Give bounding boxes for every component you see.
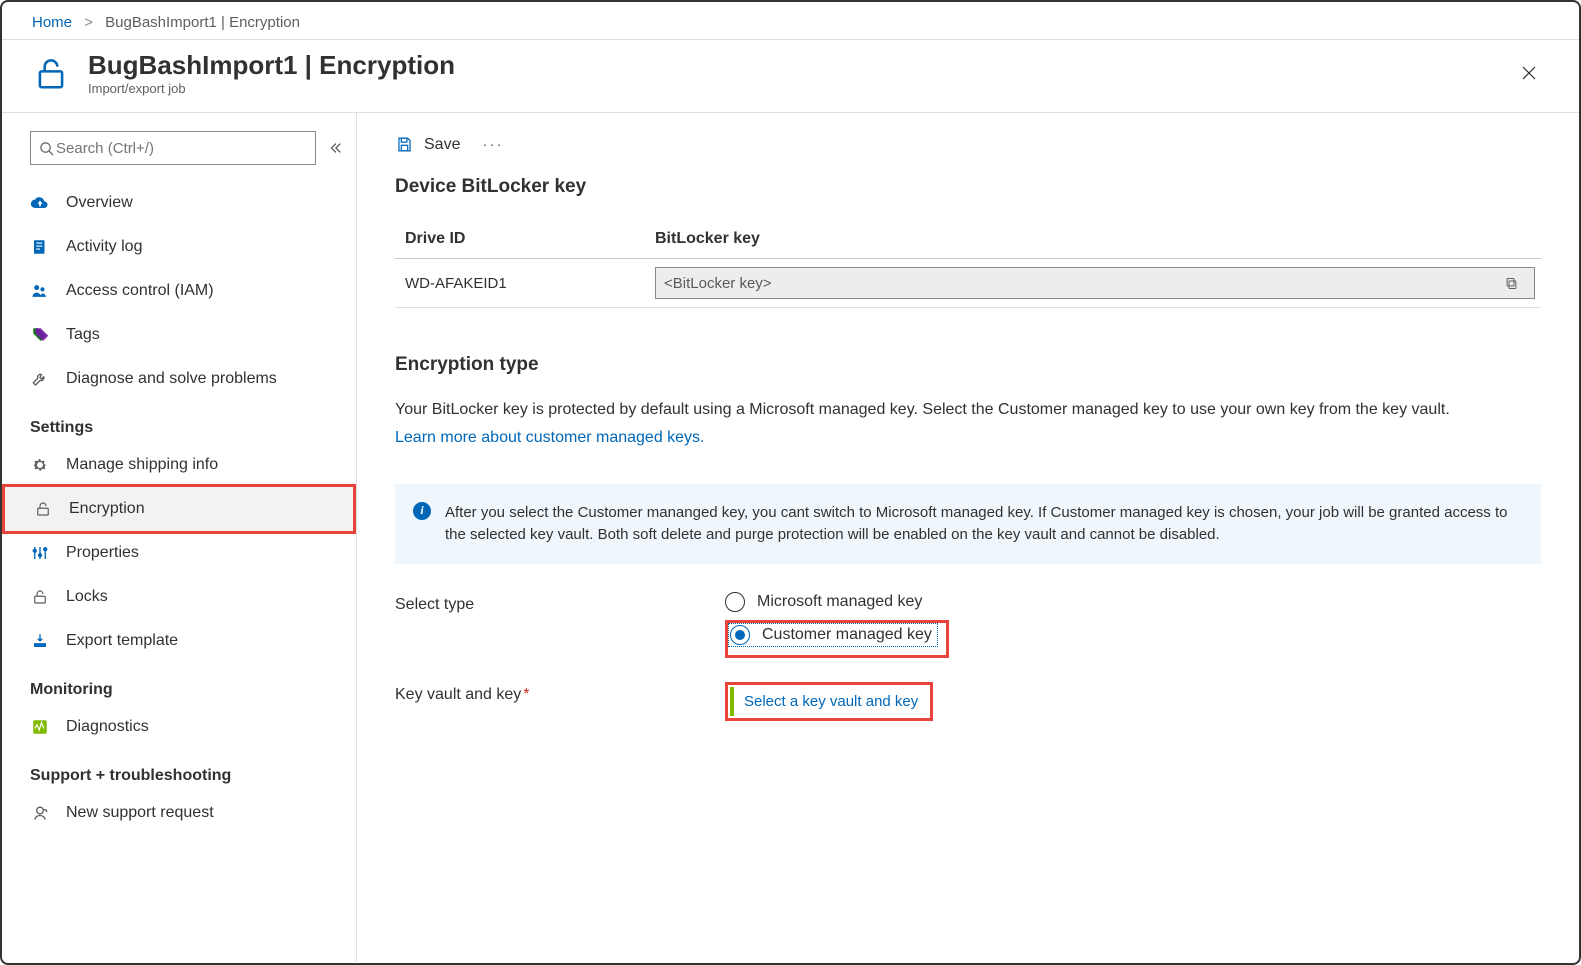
- learn-more-link[interactable]: Learn more about customer managed keys.: [395, 429, 705, 446]
- save-icon: [395, 135, 414, 154]
- wrench-icon: [30, 369, 50, 389]
- page-title: BugBashImport1 | Encryption: [88, 50, 455, 81]
- sidebar-item-label: Manage shipping info: [66, 456, 218, 474]
- sidebar-item-label: Properties: [66, 544, 139, 562]
- radio-label: Microsoft managed key: [757, 593, 922, 611]
- table-row: WD-AFAKEID1: [395, 259, 1541, 308]
- drive-id-cell: WD-AFAKEID1: [395, 259, 645, 308]
- radio-customer-managed[interactable]: Customer managed key: [730, 625, 936, 645]
- log-icon: [30, 237, 50, 257]
- sidebar-item-label: Access control (IAM): [66, 282, 214, 300]
- info-text: After you select the Customer mananged k…: [445, 502, 1523, 546]
- sidebar-item-properties[interactable]: Properties: [2, 531, 356, 575]
- search-input-container[interactable]: [30, 131, 316, 165]
- breadcrumb-home[interactable]: Home: [32, 14, 72, 31]
- sidebar-item-label: Export template: [66, 632, 178, 650]
- radio-icon: [725, 592, 745, 612]
- col-bitlocker-key: BitLocker key: [645, 220, 1541, 259]
- breadcrumb: Home > BugBashImport1 | Encryption: [2, 2, 1579, 39]
- radio-icon: [730, 625, 750, 645]
- sidebar-heading-support: Support + troubleshooting: [2, 749, 356, 791]
- sidebar-item-export-template[interactable]: Export template: [2, 619, 356, 663]
- copy-icon[interactable]: [1504, 276, 1534, 291]
- gear-icon: [30, 455, 50, 475]
- more-actions-button[interactable]: ···: [482, 136, 503, 153]
- radio-label: Customer managed key: [762, 626, 932, 644]
- page-subtitle: Import/export job: [88, 81, 455, 96]
- sidebar-item-access-control[interactable]: Access control (IAM): [2, 269, 356, 313]
- info-icon: i: [413, 502, 431, 546]
- col-drive-id: Drive ID: [395, 220, 645, 259]
- close-button[interactable]: [1509, 57, 1549, 89]
- collapse-sidebar-button[interactable]: [328, 141, 342, 155]
- sidebar-item-label: Encryption: [69, 500, 145, 518]
- save-label: Save: [424, 136, 460, 154]
- sidebar-item-diagnose[interactable]: Diagnose and solve problems: [2, 357, 356, 401]
- diagnostics-icon: [30, 717, 50, 737]
- sidebar-item-label: Diagnose and solve problems: [66, 370, 277, 388]
- encryption-type-heading: Encryption type: [395, 354, 1541, 376]
- export-icon: [30, 631, 50, 651]
- sidebar-item-label: Tags: [66, 326, 100, 344]
- sidebar-item-encryption[interactable]: Encryption: [5, 487, 353, 531]
- bitlocker-key-field[interactable]: [655, 267, 1535, 299]
- sidebar-item-activity-log[interactable]: Activity log: [2, 225, 356, 269]
- lock-icon: [33, 499, 53, 519]
- lock-icon: [32, 54, 70, 92]
- sidebar-item-new-support[interactable]: New support request: [2, 791, 356, 835]
- radio-microsoft-managed[interactable]: Microsoft managed key: [725, 592, 949, 612]
- sidebar-item-label: Overview: [66, 194, 133, 212]
- sidebar-item-label: New support request: [66, 804, 214, 822]
- cloud-icon: [30, 193, 50, 213]
- breadcrumb-current: BugBashImport1 | Encryption: [105, 14, 300, 31]
- info-box: i After you select the Customer mananged…: [395, 484, 1541, 564]
- save-button[interactable]: Save: [395, 135, 460, 154]
- support-icon: [30, 803, 50, 823]
- page-header: BugBashImport1 | Encryption Import/expor…: [2, 40, 1579, 112]
- lock-icon: [30, 587, 50, 607]
- breadcrumb-sep: >: [84, 14, 93, 31]
- bitlocker-table: Drive ID BitLocker key WD-AFAKEID1: [395, 220, 1541, 308]
- sidebar-item-label: Activity log: [66, 238, 142, 256]
- bitlocker-heading: Device BitLocker key: [395, 176, 1541, 198]
- main-content: Save ··· Device BitLocker key Drive ID B…: [357, 113, 1579, 962]
- bitlocker-key-input[interactable]: [656, 275, 1504, 292]
- sliders-icon: [30, 543, 50, 563]
- sidebar-item-manage-shipping[interactable]: Manage shipping info: [2, 443, 356, 487]
- sidebar-item-tags[interactable]: Tags: [2, 313, 356, 357]
- sidebar-item-diagnostics[interactable]: Diagnostics: [2, 705, 356, 749]
- sidebar-item-overview[interactable]: Overview: [2, 181, 356, 225]
- select-key-vault-link[interactable]: Select a key vault and key: [730, 687, 928, 716]
- key-vault-label: Key vault and key*: [395, 682, 725, 704]
- sidebar-heading-monitoring: Monitoring: [2, 663, 356, 705]
- people-icon: [30, 281, 50, 301]
- tags-icon: [30, 325, 50, 345]
- sidebar-item-label: Diagnostics: [66, 718, 149, 736]
- sidebar-heading-settings: Settings: [2, 401, 356, 443]
- sidebar-item-locks[interactable]: Locks: [2, 575, 356, 619]
- sidebar: Overview Activity log Access control (IA…: [2, 113, 357, 962]
- search-icon: [39, 141, 54, 156]
- search-input[interactable]: [54, 139, 307, 158]
- encryption-description: Your BitLocker key is protected by defau…: [395, 398, 1541, 422]
- sidebar-item-label: Locks: [66, 588, 108, 606]
- select-type-label: Select type: [395, 592, 725, 614]
